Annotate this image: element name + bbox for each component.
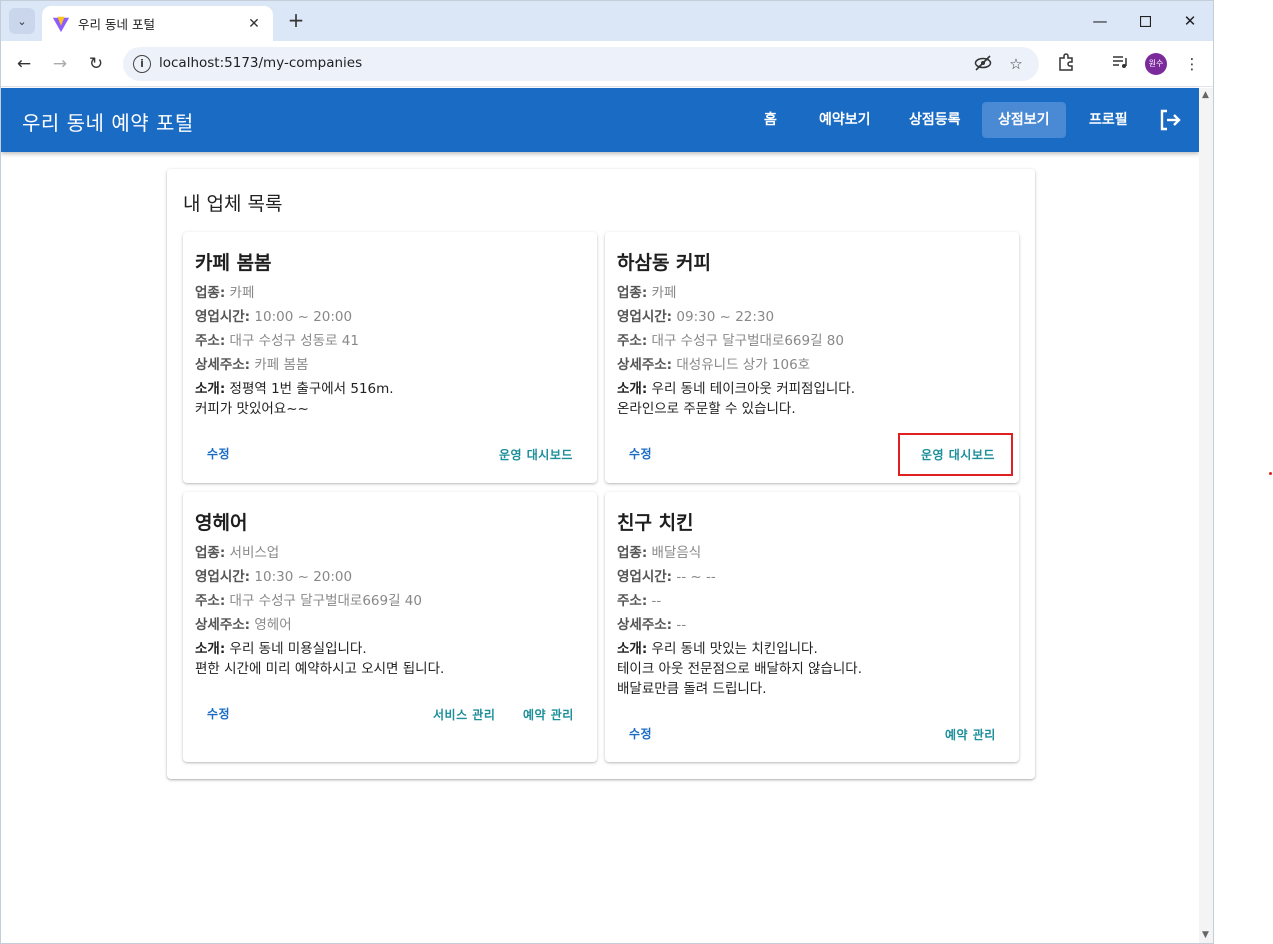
reservation-manage-button[interactable]: 예약 관리 [523,706,574,723]
company-hours: 영업시간: 10:30 ~ 20:00 [195,569,353,585]
more-menu-icon[interactable]: ⋮ [1181,53,1203,75]
company-card: 영헤어 업종: 서비스업 영업시간: 10:30 ~ 20:00 주소: 대구 … [183,492,597,762]
arrow-left-icon: ← [16,54,32,74]
close-tab-icon[interactable]: ✕ [245,16,263,32]
vite-logo-icon [52,16,70,32]
browser-window: ⌄ 우리 동네 포털 ✕ + — ✕ ← → ↻ i localhost:517… [0,0,1214,944]
company-hours: 영업시간: 09:30 ~ 22:30 [617,309,775,325]
extensions-icon[interactable] [1055,53,1077,75]
company-category: 업종: 서비스업 [195,545,280,561]
edit-button[interactable]: 수정 [629,445,652,462]
maximize-button[interactable] [1122,7,1168,35]
media-control-icon[interactable] [1109,53,1131,75]
new-tab-button[interactable]: + [284,9,308,33]
company-detail-address: 상세주소: 카페 봄봄 [195,357,309,373]
tab-title: 우리 동네 포털 [78,17,155,32]
company-card: 카페 봄봄 업종: 카페 영업시간: 10:00 ~ 20:00 주소: 대구 … [183,232,597,483]
app-title[interactable]: 우리 동네 예약 포털 [22,107,194,136]
company-intro: 소개: 우리 동네 테이크아웃 커피점입니다. 온라인으로 주문할 수 있습니다… [617,381,856,417]
company-name: 친구 치킨 [617,512,694,534]
company-address: 주소: 대구 수성구 달구벌대로669길 80 [617,333,844,349]
arrow-right-icon: → [52,54,68,74]
app-header: 우리 동네 예약 포털 홈 예약보기 상점등록 상점보기 프로필 [1,88,1199,152]
chevron-down-icon: ⌄ [17,14,27,28]
minimize-button[interactable]: — [1077,7,1123,35]
company-detail-address: 상세주소: -- [617,617,687,633]
scroll-down-icon[interactable]: ▼ [1202,930,1209,940]
edit-button[interactable]: 수정 [207,705,230,722]
back-button[interactable]: ← [11,51,37,77]
logout-button[interactable] [1157,107,1183,133]
address-bar[interactable]: i localhost:5173/my-companies ☆ [123,47,1039,81]
nav-profile[interactable]: 프로필 [1073,102,1144,138]
nav-home[interactable]: 홈 [748,102,793,138]
dashboard-button[interactable]: 운영 대시보드 [499,446,573,463]
close-window-button[interactable]: ✕ [1167,7,1213,35]
page-title: 내 업체 목록 [183,193,283,215]
company-address: 주소: -- [617,593,662,609]
nav-reservations[interactable]: 예약보기 [803,102,887,138]
company-name: 하삼동 커피 [617,252,712,274]
eye-off-icon[interactable] [973,54,993,74]
company-category: 업종: 카페 [617,285,677,301]
company-intro: 소개: 우리 동네 맛있는 치킨입니다. 테이크 아웃 전문점으로 배달하지 않… [617,641,863,697]
profile-avatar[interactable]: 원수 [1145,53,1167,75]
company-category: 업종: 카페 [195,285,255,301]
tab-search-button[interactable]: ⌄ [9,8,35,34]
tab-strip: ⌄ 우리 동네 포털 ✕ + — ✕ [1,1,1213,41]
reload-button[interactable]: ↻ [83,51,109,77]
reload-icon: ↻ [88,54,104,74]
edit-button[interactable]: 수정 [207,445,230,462]
company-hours: 영업시간: 10:00 ~ 20:00 [195,309,353,325]
company-name: 영헤어 [195,512,248,534]
reservation-manage-button[interactable]: 예약 관리 [945,726,996,743]
edit-button[interactable]: 수정 [629,725,652,742]
service-manage-button[interactable]: 서비스 관리 [433,706,495,723]
company-detail-address: 상세주소: 대성유니드 상가 106호 [617,357,811,373]
maximize-icon [1139,15,1151,27]
company-category: 업종: 배달음식 [617,545,702,561]
forward-button[interactable]: → [47,51,73,77]
scroll-up-icon[interactable]: ▲ [1202,90,1209,100]
url-text: localhost:5173/my-companies [159,55,363,71]
logout-icon [1160,109,1181,131]
cursor-dot [1269,472,1272,475]
page-scrollbar[interactable]: ▲ ▼ [1199,88,1213,943]
company-address: 주소: 대구 수성구 성동로 41 [195,333,359,349]
company-intro: 소개: 정평역 1번 출구에서 516m. 커피가 맛있어요~~ [195,381,394,417]
browser-tab[interactable]: 우리 동네 포털 ✕ [42,6,273,41]
nav-register-store[interactable]: 상점등록 [893,102,977,138]
company-name: 카페 봄봄 [195,252,272,274]
company-detail-address: 상세주소: 영헤어 [195,617,292,633]
nav-view-stores[interactable]: 상점보기 [982,102,1066,138]
star-icon[interactable]: ☆ [1006,54,1026,74]
company-card: 친구 치킨 업종: 배달음식 영업시간: -- ~ -- 주소: -- 상세주소… [605,492,1019,762]
company-address: 주소: 대구 수성구 달구벌대로669길 40 [195,593,422,609]
site-info-icon[interactable]: i [133,55,151,73]
highlight-box [898,433,1013,476]
company-intro: 소개: 우리 동네 미용실입니다. 편한 시간에 미리 예약하시고 오시면 됩니… [195,641,445,677]
browser-toolbar: ← → ↻ i localhost:5173/my-companies ☆ 원수… [1,41,1213,87]
company-hours: 영업시간: -- ~ -- [617,569,716,585]
